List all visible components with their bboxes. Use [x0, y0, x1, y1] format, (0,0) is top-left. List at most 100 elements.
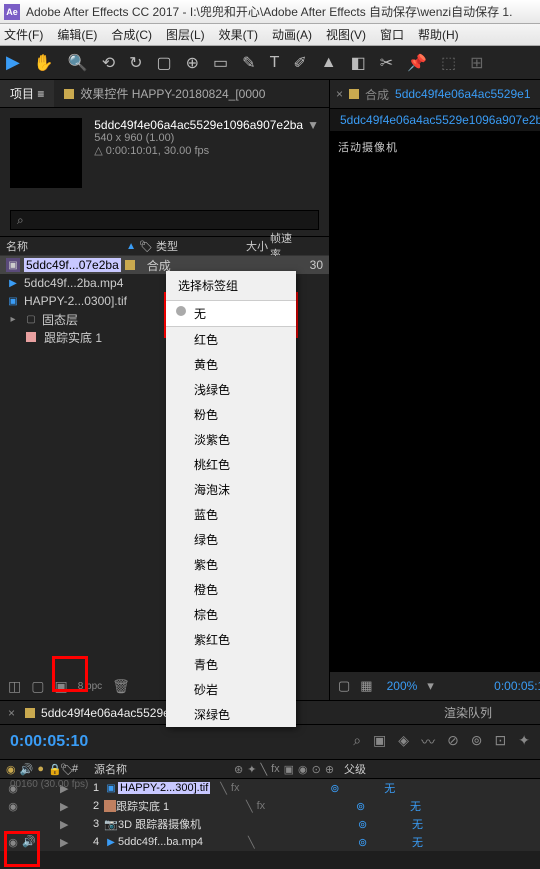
- parent-dropdown[interactable]: 无: [384, 780, 395, 796]
- disclosure-icon[interactable]: ▶: [60, 818, 74, 831]
- label-context-menu[interactable]: 选择标签组 无 红色 黄色 浅绿色 粉色 淡紫色 桃红色 海泡沫 蓝色 绿色 紫…: [166, 271, 296, 727]
- menu-view[interactable]: 视图(V): [326, 26, 366, 43]
- layer-name[interactable]: 5ddc49f...ba.mp4: [118, 836, 248, 848]
- new-comp-icon[interactable]: ▣: [54, 678, 67, 695]
- ctx-item-orange[interactable]: 橙色: [166, 577, 296, 602]
- color-depth[interactable]: 8 bpc: [78, 681, 102, 692]
- viewer[interactable]: 活动摄像机: [330, 131, 540, 672]
- layer-row[interactable]: ◉ ▶ 2 跟踪实底 1 ╲fx ⊚ 无: [0, 797, 540, 815]
- graph-icon[interactable]: ⊡: [495, 732, 507, 752]
- menu-anim[interactable]: 动画(A): [272, 26, 312, 43]
- ctx-item-peach[interactable]: 桃红色: [166, 452, 296, 477]
- render-queue-tab[interactable]: 渲染队列: [444, 704, 492, 721]
- close-tab-icon[interactable]: ×: [8, 706, 15, 720]
- ctx-item-seafoam[interactable]: 海泡沫: [166, 477, 296, 502]
- search-icon[interactable]: ⌕: [353, 732, 361, 752]
- layer-row[interactable]: ◉🔊 ▶ 4 ▶ 5ddc49f...ba.mp4 ╲ ⊚ 无: [0, 833, 540, 851]
- trash-icon[interactable]: 🗑: [112, 678, 130, 695]
- interpret-icon[interactable]: ◫: [8, 678, 21, 695]
- ctx-item-lightgreen[interactable]: 浅绿色: [166, 377, 296, 402]
- pen-tool-icon[interactable]: ✎: [242, 53, 255, 73]
- ctx-item-red[interactable]: 红色: [166, 327, 296, 352]
- puppet-tool-icon[interactable]: 📌: [407, 53, 427, 73]
- parent-dropdown[interactable]: 无: [412, 834, 423, 850]
- anchor-tool-icon[interactable]: ⊕: [186, 53, 199, 73]
- brush-tool-icon[interactable]: ✐: [293, 53, 306, 73]
- col-tag[interactable]: 🏷: [138, 240, 154, 253]
- parent-pickwhip-icon[interactable]: ⊚: [330, 782, 380, 795]
- shy-icon[interactable]: ⊛: [234, 763, 243, 776]
- parent-pickwhip-icon[interactable]: ⊚: [358, 836, 408, 849]
- layer-name[interactable]: 跟踪实底 1: [116, 798, 246, 814]
- roto-tool-icon[interactable]: ✂: [380, 53, 393, 73]
- ctx-item-darkgreen[interactable]: 深绿色: [166, 702, 296, 727]
- zoom-level[interactable]: 200%: [387, 679, 418, 693]
- rotate-tool-icon[interactable]: ↻: [129, 53, 142, 73]
- current-time[interactable]: 0:00:05:1: [494, 679, 540, 693]
- parent-pickwhip-icon[interactable]: ⊚: [356, 800, 406, 813]
- disclosure-icon[interactable]: ▶: [60, 800, 74, 813]
- eraser-tool-icon[interactable]: ◧: [351, 53, 366, 73]
- sort-icon[interactable]: ▲: [126, 241, 136, 252]
- col-size[interactable]: 大小: [228, 238, 268, 254]
- item-caret-icon[interactable]: ▼: [307, 118, 319, 132]
- project-search[interactable]: ⌕: [10, 210, 319, 230]
- col-type[interactable]: 类型: [156, 238, 226, 254]
- frame-blend-icon[interactable]: ⊘: [447, 732, 459, 752]
- project-menu-icon[interactable]: ≡: [37, 87, 44, 101]
- eye-col-icon[interactable]: ◉: [6, 763, 16, 776]
- ctx-item-lavender[interactable]: 淡紫色: [166, 427, 296, 452]
- menu-comp[interactable]: 合成(C): [111, 26, 152, 43]
- stamp-tool-icon[interactable]: ▲: [321, 54, 337, 72]
- layer-name[interactable]: HAPPY-2...300].tif: [118, 782, 210, 794]
- parent-pickwhip-icon[interactable]: ⊚: [358, 818, 408, 831]
- disclosure-icon[interactable]: ▸: [6, 312, 20, 326]
- project-tab[interactable]: 项目 ≡: [0, 80, 54, 107]
- resolution-icon[interactable]: ▢: [338, 678, 350, 694]
- menu-layer[interactable]: 图层(L): [166, 26, 205, 43]
- draft3d-icon[interactable]: ◈: [398, 732, 409, 752]
- brainstorm-icon[interactable]: ✦: [518, 732, 530, 752]
- parent-col[interactable]: 父级: [344, 761, 384, 777]
- comp-mini-icon[interactable]: ▣: [373, 732, 386, 752]
- solo-col-icon[interactable]: ●: [37, 763, 44, 775]
- zoom-tool-icon[interactable]: 🔍: [68, 53, 88, 73]
- selection-tool-icon[interactable]: ▶: [6, 52, 20, 73]
- visibility-icon[interactable]: ◉: [6, 835, 20, 849]
- menu-file[interactable]: 文件(F): [4, 26, 43, 43]
- parent-dropdown[interactable]: 无: [410, 798, 421, 814]
- ctx-item-sandstone[interactable]: 砂岩: [166, 677, 296, 702]
- folder-new-icon[interactable]: ▢: [31, 678, 44, 695]
- grid-icon[interactable]: ⊞: [470, 53, 483, 73]
- visibility-icon[interactable]: [6, 817, 20, 831]
- speaker-col-icon[interactable]: 🔊: [20, 763, 34, 776]
- hand-tool-icon[interactable]: ✋: [34, 53, 54, 73]
- camera-tool-icon[interactable]: ▢: [157, 53, 172, 73]
- ctx-item-yellow[interactable]: 黄色: [166, 352, 296, 377]
- orbit-tool-icon[interactable]: ⟲: [102, 53, 115, 73]
- menu-effect[interactable]: 效果(T): [219, 26, 258, 43]
- menu-edit[interactable]: 编辑(E): [57, 26, 97, 43]
- motion-blur-icon[interactable]: ⊚: [471, 732, 483, 752]
- text-tool-icon[interactable]: T: [270, 54, 280, 72]
- disclosure-icon[interactable]: ▶: [60, 836, 74, 849]
- ctx-item-green[interactable]: 绿色: [166, 527, 296, 552]
- source-name-col[interactable]: 源名称: [94, 761, 234, 777]
- ctx-item-pink[interactable]: 粉色: [166, 402, 296, 427]
- menu-help[interactable]: 帮助(H): [418, 26, 459, 43]
- visibility-icon[interactable]: ◉: [6, 799, 20, 813]
- effect-controls-tab[interactable]: 效果控件 HAPPY-20180824_[0000: [54, 80, 329, 107]
- audio-icon[interactable]: 🔊: [22, 835, 36, 849]
- dropdown-icon[interactable]: ▾: [427, 678, 434, 694]
- close-tab-icon[interactable]: ×: [336, 87, 343, 101]
- parent-dropdown[interactable]: 无: [412, 816, 423, 832]
- ctx-item-cyan[interactable]: 青色: [166, 652, 296, 677]
- menu-window[interactable]: 窗口: [380, 26, 404, 43]
- ctx-item-none[interactable]: 无: [166, 301, 296, 326]
- col-name[interactable]: 名称: [6, 238, 28, 254]
- ctx-item-blue[interactable]: 蓝色: [166, 502, 296, 527]
- hide-shy-icon[interactable]: 〰: [421, 732, 435, 752]
- ctx-item-fuchsia[interactable]: 紫红色: [166, 627, 296, 652]
- timecode[interactable]: 0:00:05:10: [10, 733, 88, 751]
- layer-row[interactable]: ▶ 3 📷 3D 跟踪器摄像机 ⊚ 无: [0, 815, 540, 833]
